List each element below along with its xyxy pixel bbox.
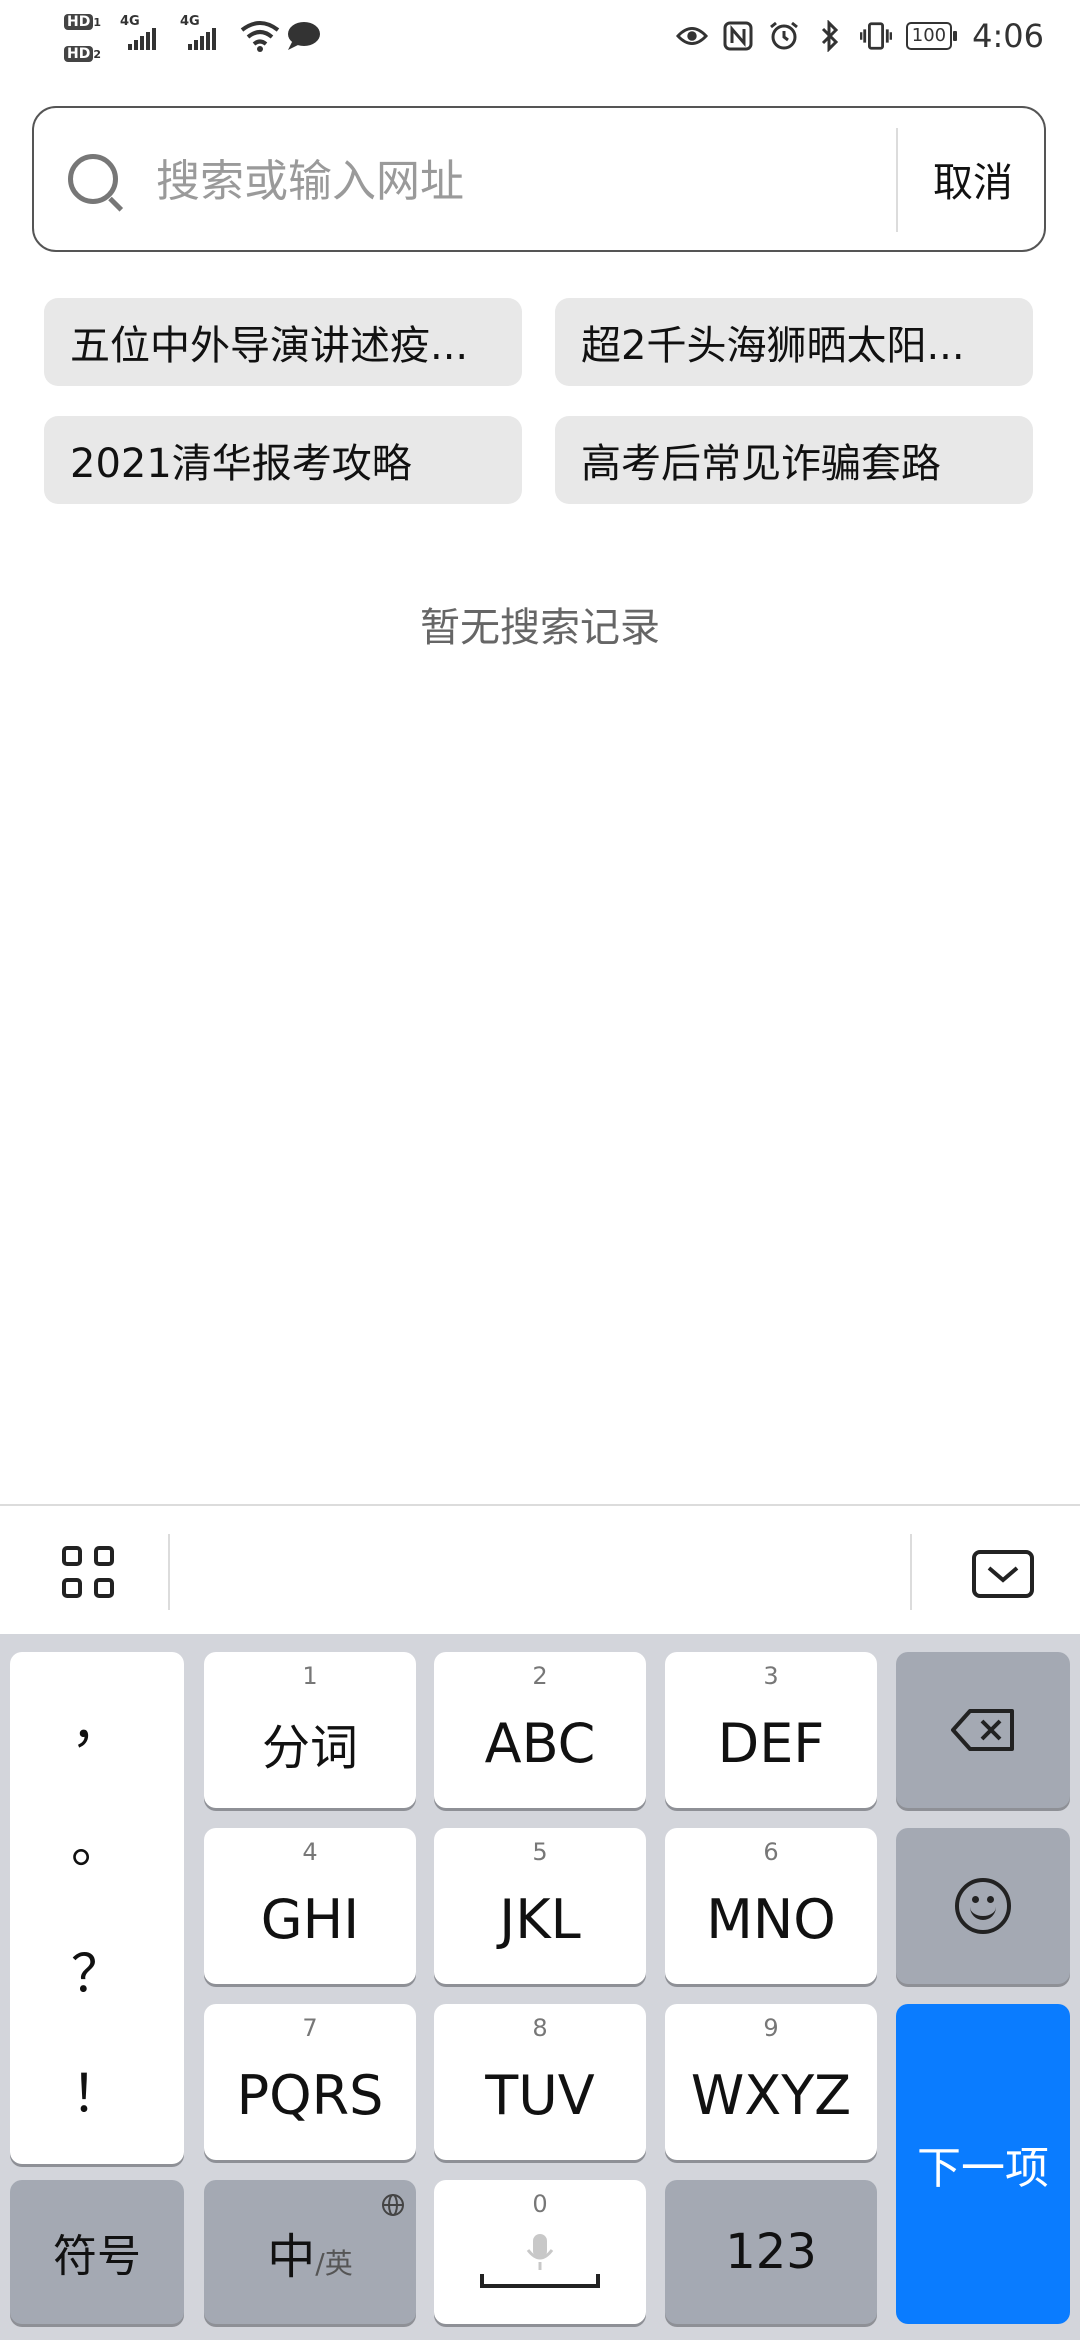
punct-comma-key[interactable]: ， xyxy=(10,1682,184,1757)
toolbar-divider xyxy=(910,1534,912,1610)
battery-icon: 100 xyxy=(905,22,958,50)
backspace-icon xyxy=(951,1709,1014,1751)
bluetooth-icon xyxy=(814,20,846,52)
keyboard-toolbar xyxy=(0,1504,1080,1636)
hide-keyboard-button[interactable] xyxy=(972,1550,1034,1598)
key-8[interactable]: 8 TUV xyxy=(434,2004,646,2160)
hot-search-chip[interactable]: 2021清华报考攻略 xyxy=(44,416,522,504)
space-bar-icon xyxy=(480,2274,600,2288)
keyboard: ， 。 ？ ！ 1 分词 2 ABC 3 DEF 4 GHI 5 JKL 6 MNO 7 PQ… xyxy=(0,1634,1080,2340)
nfc-icon xyxy=(722,20,754,52)
key-3[interactable]: 3 DEF xyxy=(665,1652,877,1808)
microphone-icon xyxy=(526,2234,554,2270)
empty-history-text: 暂无搜索记录 xyxy=(420,605,660,651)
search-icon xyxy=(68,154,124,212)
search-bar: 取消 xyxy=(32,106,1046,252)
emoji-button[interactable] xyxy=(896,1828,1070,1984)
hot-search-chip[interactable]: 超2千头海狮晒太阳... xyxy=(555,298,1033,386)
punct-period-key[interactable]: 。 xyxy=(10,1802,184,1877)
emoji-icon xyxy=(955,1878,1011,1934)
next-item-button[interactable]: 下一项 xyxy=(896,2004,1070,2324)
search-divider xyxy=(896,128,898,232)
punct-question-key[interactable]: ？ xyxy=(10,1932,184,2007)
alarm-icon xyxy=(768,20,800,52)
message-icon xyxy=(286,20,322,56)
vibrate-icon xyxy=(859,20,892,52)
key-4[interactable]: 4 GHI xyxy=(204,1828,416,1984)
key-5[interactable]: 5 JKL xyxy=(434,1828,646,1984)
key-7[interactable]: 7 PQRS xyxy=(204,2004,416,2160)
space-button[interactable]: 0 xyxy=(434,2180,646,2324)
key-6[interactable]: 6 MNO xyxy=(665,1828,877,1984)
language-switch-button[interactable]: 中/英 xyxy=(204,2180,416,2324)
key-1[interactable]: 1 分词 xyxy=(204,1652,416,1808)
globe-icon xyxy=(382,2194,404,2216)
hd-sim2-indicator: HD 2 xyxy=(64,44,101,64)
toolbar-divider xyxy=(168,1534,170,1610)
key-9[interactable]: 9 WXYZ xyxy=(665,2004,877,2160)
hot-search-chip[interactable]: 高考后常见诈骗套路 xyxy=(555,416,1033,504)
search-input[interactable] xyxy=(154,138,898,224)
punctuation-column[interactable]: ， 。 ？ ！ xyxy=(10,1652,184,2164)
hd-sim1-indicator: HD 1 xyxy=(64,12,101,32)
cancel-button[interactable]: 取消 xyxy=(900,108,1046,250)
eye-icon xyxy=(675,20,708,52)
backspace-button[interactable] xyxy=(896,1652,1070,1808)
key-2[interactable]: 2 ABC xyxy=(434,1652,646,1808)
hot-search-chip[interactable]: 五位中外导演讲述疫... xyxy=(44,298,522,386)
punct-exclaim-key[interactable]: ！ xyxy=(10,2052,184,2127)
wifi-icon xyxy=(240,20,280,56)
chevron-down-icon xyxy=(987,1566,1019,1583)
clock-time: 4:06 xyxy=(972,17,1044,55)
status-bar: HD 1 HD 2 4G 4G 100 4:06 xyxy=(0,0,1080,80)
grid-menu-icon[interactable] xyxy=(62,1546,118,1602)
symbol-button[interactable]: 符号 xyxy=(10,2180,184,2324)
numeric-mode-button[interactable]: 123 xyxy=(665,2180,877,2324)
